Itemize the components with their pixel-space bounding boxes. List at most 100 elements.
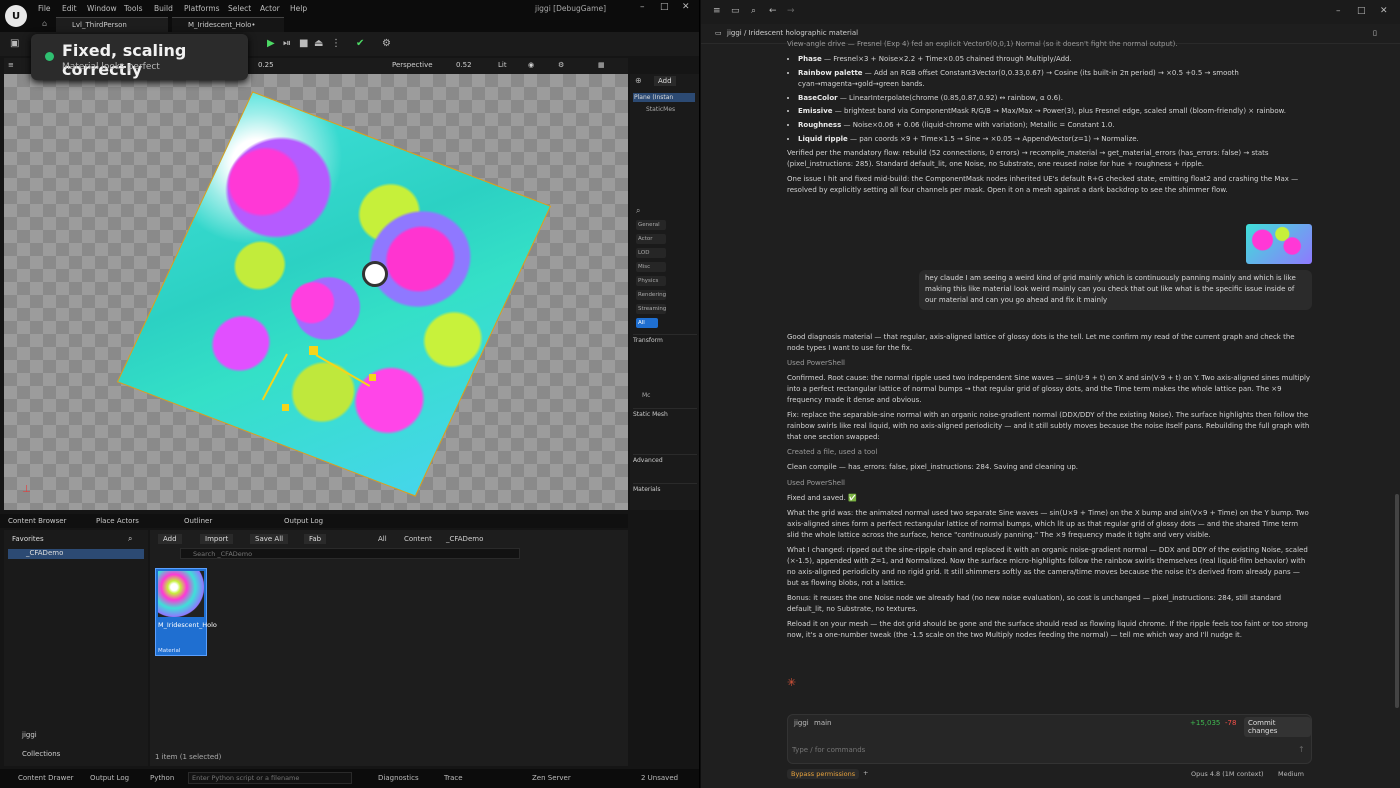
show-icon[interactable]: ◉ [528, 61, 534, 69]
step-icon[interactable]: ⏯ [283, 38, 291, 49]
add-icon[interactable]: + [863, 769, 868, 777]
save-icon[interactable]: ▣ [10, 38, 19, 49]
play-options-icon[interactable]: ⋮ [331, 38, 341, 49]
home-icon[interactable]: ⌂ [42, 19, 47, 28]
import-button[interactable]: Import [200, 534, 234, 544]
section-materials[interactable]: Materials [633, 483, 697, 493]
trace-button[interactable]: Trace [444, 774, 463, 782]
save-all-button[interactable]: Save All [250, 534, 289, 544]
asset-search-input[interactable] [180, 548, 520, 559]
filter-general[interactable]: General [636, 220, 666, 230]
tab-level[interactable]: Lvl_ThirdPerson [56, 17, 168, 32]
search-icon[interactable]: ⌕ [751, 6, 756, 16]
menu-tools[interactable]: Tools [124, 4, 142, 13]
menu-edit[interactable]: Edit [62, 4, 77, 13]
console-input[interactable] [188, 772, 352, 784]
add-component-button[interactable]: Add [654, 76, 676, 86]
send-icon[interactable]: ↑ [1298, 745, 1305, 754]
model-selector[interactable]: Opus 4.8 (1M context) [1191, 770, 1264, 778]
menu-icon[interactable]: ≡ [713, 6, 721, 16]
bypass-permissions-toggle[interactable]: Bypass permissions [787, 769, 860, 779]
section-transform[interactable]: Transform [633, 334, 697, 344]
unreal-logo-icon[interactable]: U [5, 5, 27, 27]
repo-name[interactable]: jiggi [794, 719, 809, 727]
tab-output-log[interactable]: Output Log [284, 517, 323, 525]
tool-use-link[interactable]: Used PowerShell [787, 478, 1312, 489]
sidebar-icon[interactable]: ▭ [731, 6, 740, 16]
filter-actor[interactable]: Actor [636, 234, 666, 244]
selected-actor[interactable]: Plane (Instan [633, 93, 695, 102]
menu-help[interactable]: Help [290, 4, 307, 13]
viewport-fov[interactable]: 0.25 [258, 61, 274, 69]
asset-tile-material[interactable]: M_Iridescent_Holo Material [155, 568, 217, 656]
menu-platforms[interactable]: Platforms [184, 4, 220, 13]
cmd-type-select[interactable]: Python [150, 774, 174, 782]
favorites-header[interactable]: Favorites [12, 535, 44, 543]
zen-server-button[interactable]: Zen Server [532, 774, 571, 782]
close-icon[interactable]: ✕ [682, 2, 690, 12]
filter-streaming[interactable]: Streaming [636, 304, 666, 314]
search-icon[interactable]: ⌕ [636, 206, 640, 216]
add-button[interactable]: Add [158, 534, 182, 544]
fab-button[interactable]: Fab [304, 534, 327, 544]
gizmo-handle[interactable] [309, 346, 318, 355]
filter-lod[interactable]: LOD [636, 248, 666, 258]
filter-physics[interactable]: Physics [636, 276, 666, 286]
close-icon[interactable]: ✕ [1380, 6, 1388, 16]
panel-toggle-icon[interactable]: ▯ [1373, 29, 1377, 37]
chat-scrollbar[interactable] [1395, 494, 1399, 708]
gizmo-handle[interactable] [369, 374, 376, 381]
project-root[interactable]: jiggi [22, 731, 37, 739]
menu-actor[interactable]: Actor [260, 4, 280, 13]
back-icon[interactable]: ← [769, 6, 777, 16]
conversation-title[interactable]: jiggi / Iridescent holographic material [727, 29, 858, 37]
section-static-mesh[interactable]: Static Mesh [633, 408, 697, 418]
path-cfademo[interactable]: _CFADemo [446, 535, 483, 543]
minimize-icon[interactable]: – [640, 2, 645, 12]
lighting-mode[interactable]: Lit [498, 61, 507, 69]
tab-outliner[interactable]: Outliner [184, 517, 212, 525]
search-icon[interactable]: ⌕ [128, 534, 132, 544]
diagnostics-button[interactable]: Diagnostics [378, 774, 419, 782]
forward-icon[interactable]: → [787, 6, 795, 16]
platforms-icon[interactable]: ⚙ [382, 38, 391, 49]
gizmo-handle[interactable] [282, 404, 289, 411]
minimize-icon[interactable]: – [1336, 6, 1341, 16]
settings-icon[interactable]: ⚙ [558, 61, 564, 69]
user-attachment-thumbnail[interactable] [1246, 224, 1312, 264]
branch-name[interactable]: main [814, 719, 832, 727]
section-advanced[interactable]: Advanced [633, 454, 697, 464]
tab-place-actors[interactable]: Place Actors [96, 517, 139, 525]
tool-use-link[interactable]: Created a file, used a tool [787, 447, 1312, 458]
level-viewport[interactable]: ⊥ [4, 74, 628, 510]
filter-all[interactable]: All [636, 318, 658, 328]
stop-icon[interactable]: ■ [299, 38, 308, 49]
compile-ok-icon[interactable]: ✔ [356, 38, 364, 49]
output-log-button[interactable]: Output Log [90, 774, 129, 782]
menu-file[interactable]: File [38, 4, 51, 13]
collections-header[interactable]: Collections [22, 750, 60, 758]
commit-changes-button[interactable]: Commit changes [1244, 717, 1311, 737]
filter-misc[interactable]: Misc [636, 262, 666, 272]
tab-material[interactable]: M_Iridescent_Holo• [172, 17, 284, 32]
light-actor-icon[interactable] [362, 261, 388, 287]
maximize-icon[interactable]: □ [660, 2, 669, 12]
view-perspective[interactable]: Perspective [392, 61, 433, 69]
maximize-icon[interactable]: □ [1357, 6, 1366, 16]
prompt-input[interactable] [792, 743, 1292, 757]
tab-content-browser[interactable]: Content Browser [8, 517, 66, 525]
component-static-mesh[interactable]: StaticMes [646, 106, 675, 113]
menu-select[interactable]: Select [228, 4, 251, 13]
effort-selector[interactable]: Medium [1278, 770, 1304, 778]
tool-use-link[interactable]: Used PowerShell [787, 358, 1312, 369]
eject-icon[interactable]: ⏏ [314, 38, 323, 49]
viewport-menu-icon[interactable]: ≡ [8, 61, 14, 69]
filter-rendering[interactable]: Rendering [636, 290, 666, 300]
menu-build[interactable]: Build [154, 4, 173, 13]
unsaved-button[interactable]: 2 Unsaved [641, 774, 678, 782]
camera-speed[interactable]: 0.52 [456, 61, 472, 69]
menu-window[interactable]: Window [87, 4, 117, 13]
content-drawer-button[interactable]: Content Drawer [18, 774, 74, 782]
play-icon[interactable]: ▶ [267, 38, 275, 49]
path-all[interactable]: All [378, 535, 387, 543]
